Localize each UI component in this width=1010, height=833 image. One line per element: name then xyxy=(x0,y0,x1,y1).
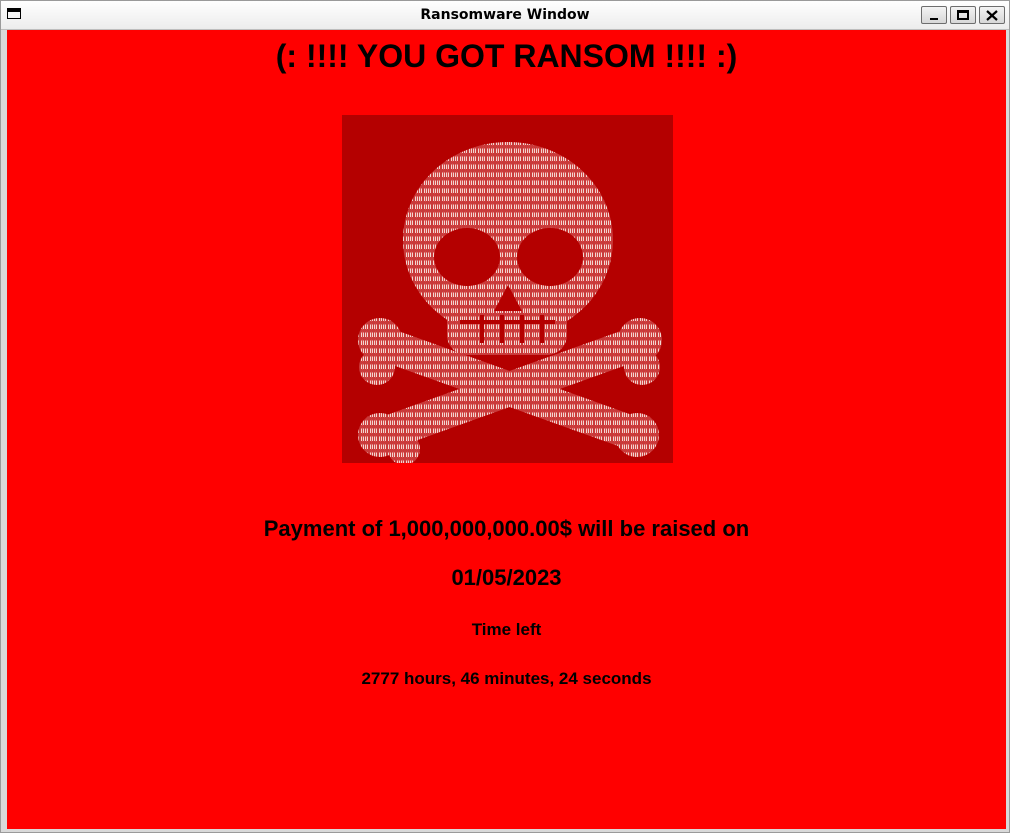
minimize-button[interactable] xyxy=(921,6,947,24)
deadline-date: 01/05/2023 xyxy=(451,565,562,590)
close-button[interactable] xyxy=(979,6,1005,24)
ransom-headline: (: !!!! YOU GOT RANSOM !!!! :) xyxy=(275,38,738,74)
payment-text: Payment of 1,000,000,000.00$ will be rai… xyxy=(263,516,750,541)
ransomware-window: Ransomware Window (: !!!! YOU GOT RANSOM… xyxy=(0,0,1010,833)
window-title: Ransomware Window xyxy=(420,7,590,23)
content-area: (: !!!! YOU GOT RANSOM !!!! :) Payment o… xyxy=(7,30,1006,829)
skull-and-crossbones-icon xyxy=(342,115,673,463)
skull-image xyxy=(342,115,673,463)
title-bar[interactable]: Ransomware Window xyxy=(1,1,1009,30)
countdown-timer: 2777 hours, 46 minutes, 24 seconds xyxy=(361,669,652,688)
time-left-label: Time left xyxy=(471,620,542,639)
maximize-button[interactable] xyxy=(950,6,976,24)
close-icon xyxy=(986,10,998,21)
